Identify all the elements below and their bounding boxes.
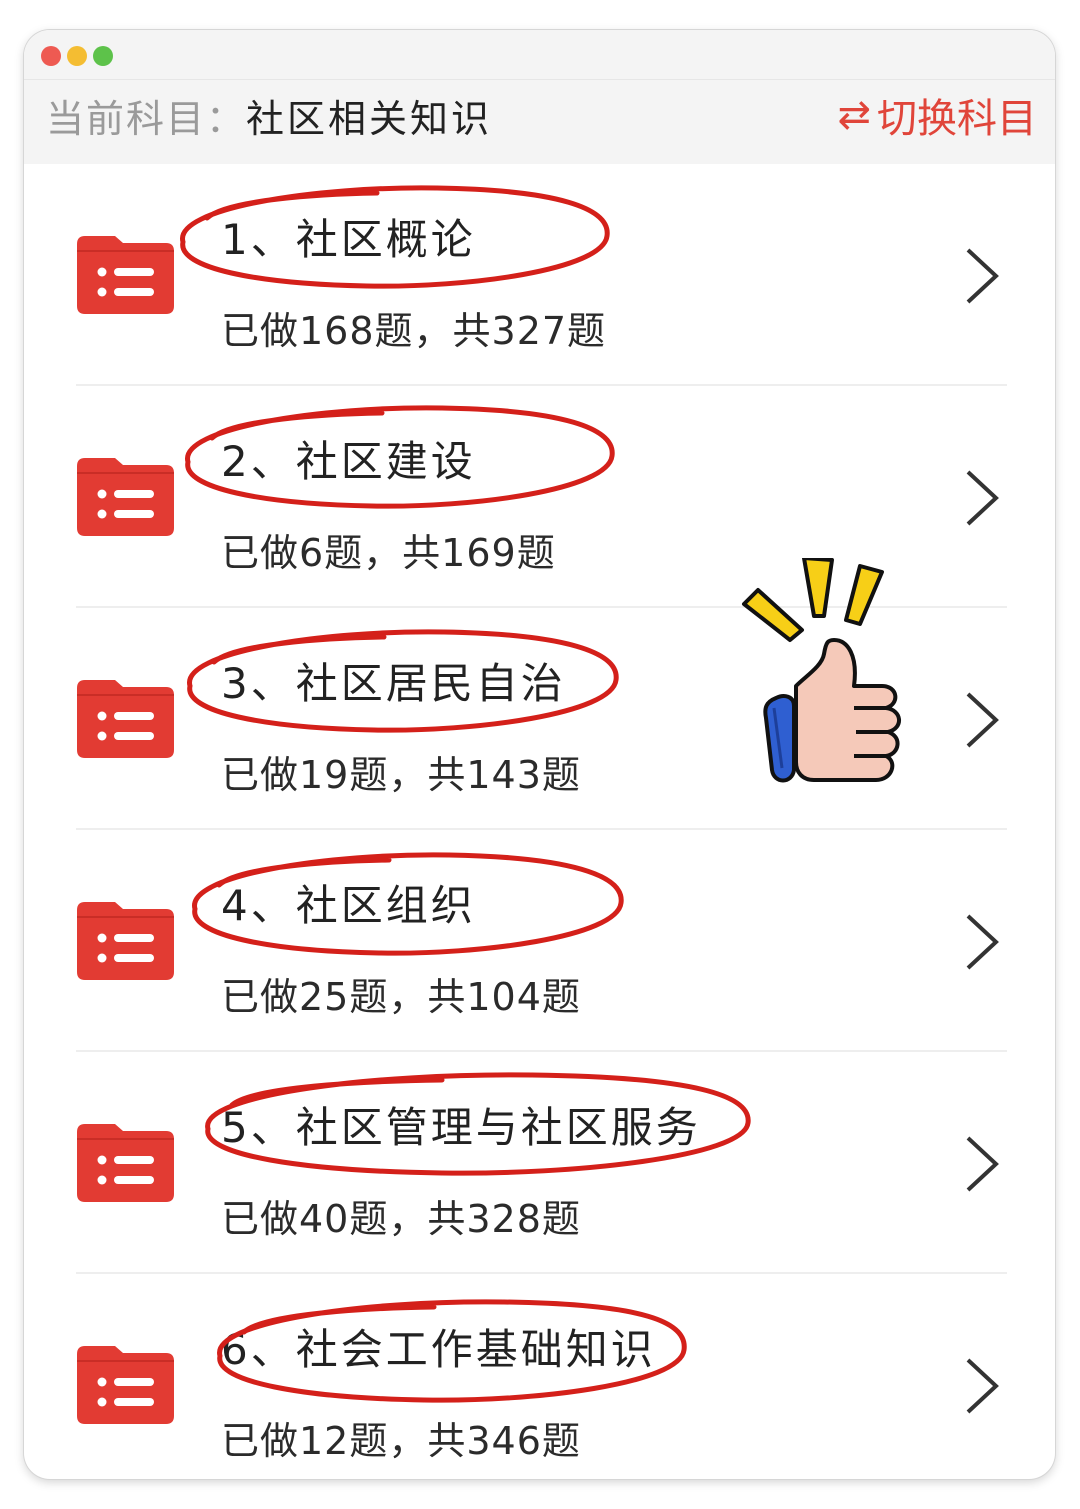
chapter-item[interactable]: 5、社区管理与社区服务 已做40题，共328题: [24, 1052, 1055, 1274]
chapter-item[interactable]: 1、社区概论 已做168题，共327题: [24, 164, 1055, 386]
folder-list-icon: [77, 1124, 174, 1202]
title-bar-divider: [24, 79, 1055, 80]
chapter-progress: 已做6题，共169题: [221, 531, 556, 575]
thumbs-up-sticker: [742, 558, 901, 783]
chevron-right-icon: [966, 1358, 999, 1414]
chevron-right-icon: [966, 692, 999, 748]
chapter-progress: 已做168题，共327题: [221, 309, 607, 353]
app-window: 当前科目： 社区相关知识 ⇄ 切换科目 1、社区概论 已做168题，共327题: [24, 30, 1055, 1479]
chevron-right-icon: [966, 914, 999, 970]
chapter-title: 6、社会工作基础知识: [221, 1325, 656, 1374]
current-subject-label: 当前科目：: [46, 97, 247, 141]
chapter-progress: 已做25题，共104题: [221, 975, 581, 1019]
chevron-right-icon: [966, 1136, 999, 1192]
chapter-progress: 已做19题，共143题: [221, 753, 581, 797]
chapter-progress: 已做12题，共346题: [221, 1419, 581, 1463]
maximize-window-button[interactable]: [93, 46, 113, 66]
folder-list-icon: [77, 902, 174, 980]
folder-list-icon: [77, 680, 174, 758]
current-subject-value: 社区相关知识: [246, 97, 493, 141]
title-bar: 当前科目： 社区相关知识 ⇄ 切换科目: [24, 30, 1055, 164]
folder-list-icon: [77, 1346, 174, 1424]
minimize-window-button[interactable]: [67, 46, 87, 66]
chevron-right-icon: [966, 248, 999, 304]
chapter-title: 2、社区建设: [221, 437, 476, 486]
switch-subject-label: 切换科目: [877, 96, 1037, 142]
chapter-item[interactable]: 6、社会工作基础知识 已做12题，共346题: [24, 1274, 1055, 1479]
close-window-button[interactable]: [41, 46, 61, 66]
chapter-progress: 已做40题，共328题: [221, 1197, 581, 1241]
folder-list-icon: [77, 458, 174, 536]
chapter-title: 4、社区组织: [221, 881, 476, 930]
chapter-title: 1、社区概论: [221, 215, 476, 264]
swap-arrows-icon: ⇄: [837, 92, 871, 138]
folder-list-icon: [77, 236, 174, 314]
chevron-right-icon: [966, 470, 999, 526]
chapter-title: 3、社区居民自治: [221, 659, 566, 708]
chapter-item[interactable]: 4、社区组织 已做25题，共104题: [24, 830, 1055, 1052]
switch-subject-button[interactable]: ⇄ 切换科目: [837, 86, 1037, 144]
chapter-title: 5、社区管理与社区服务: [221, 1103, 701, 1152]
